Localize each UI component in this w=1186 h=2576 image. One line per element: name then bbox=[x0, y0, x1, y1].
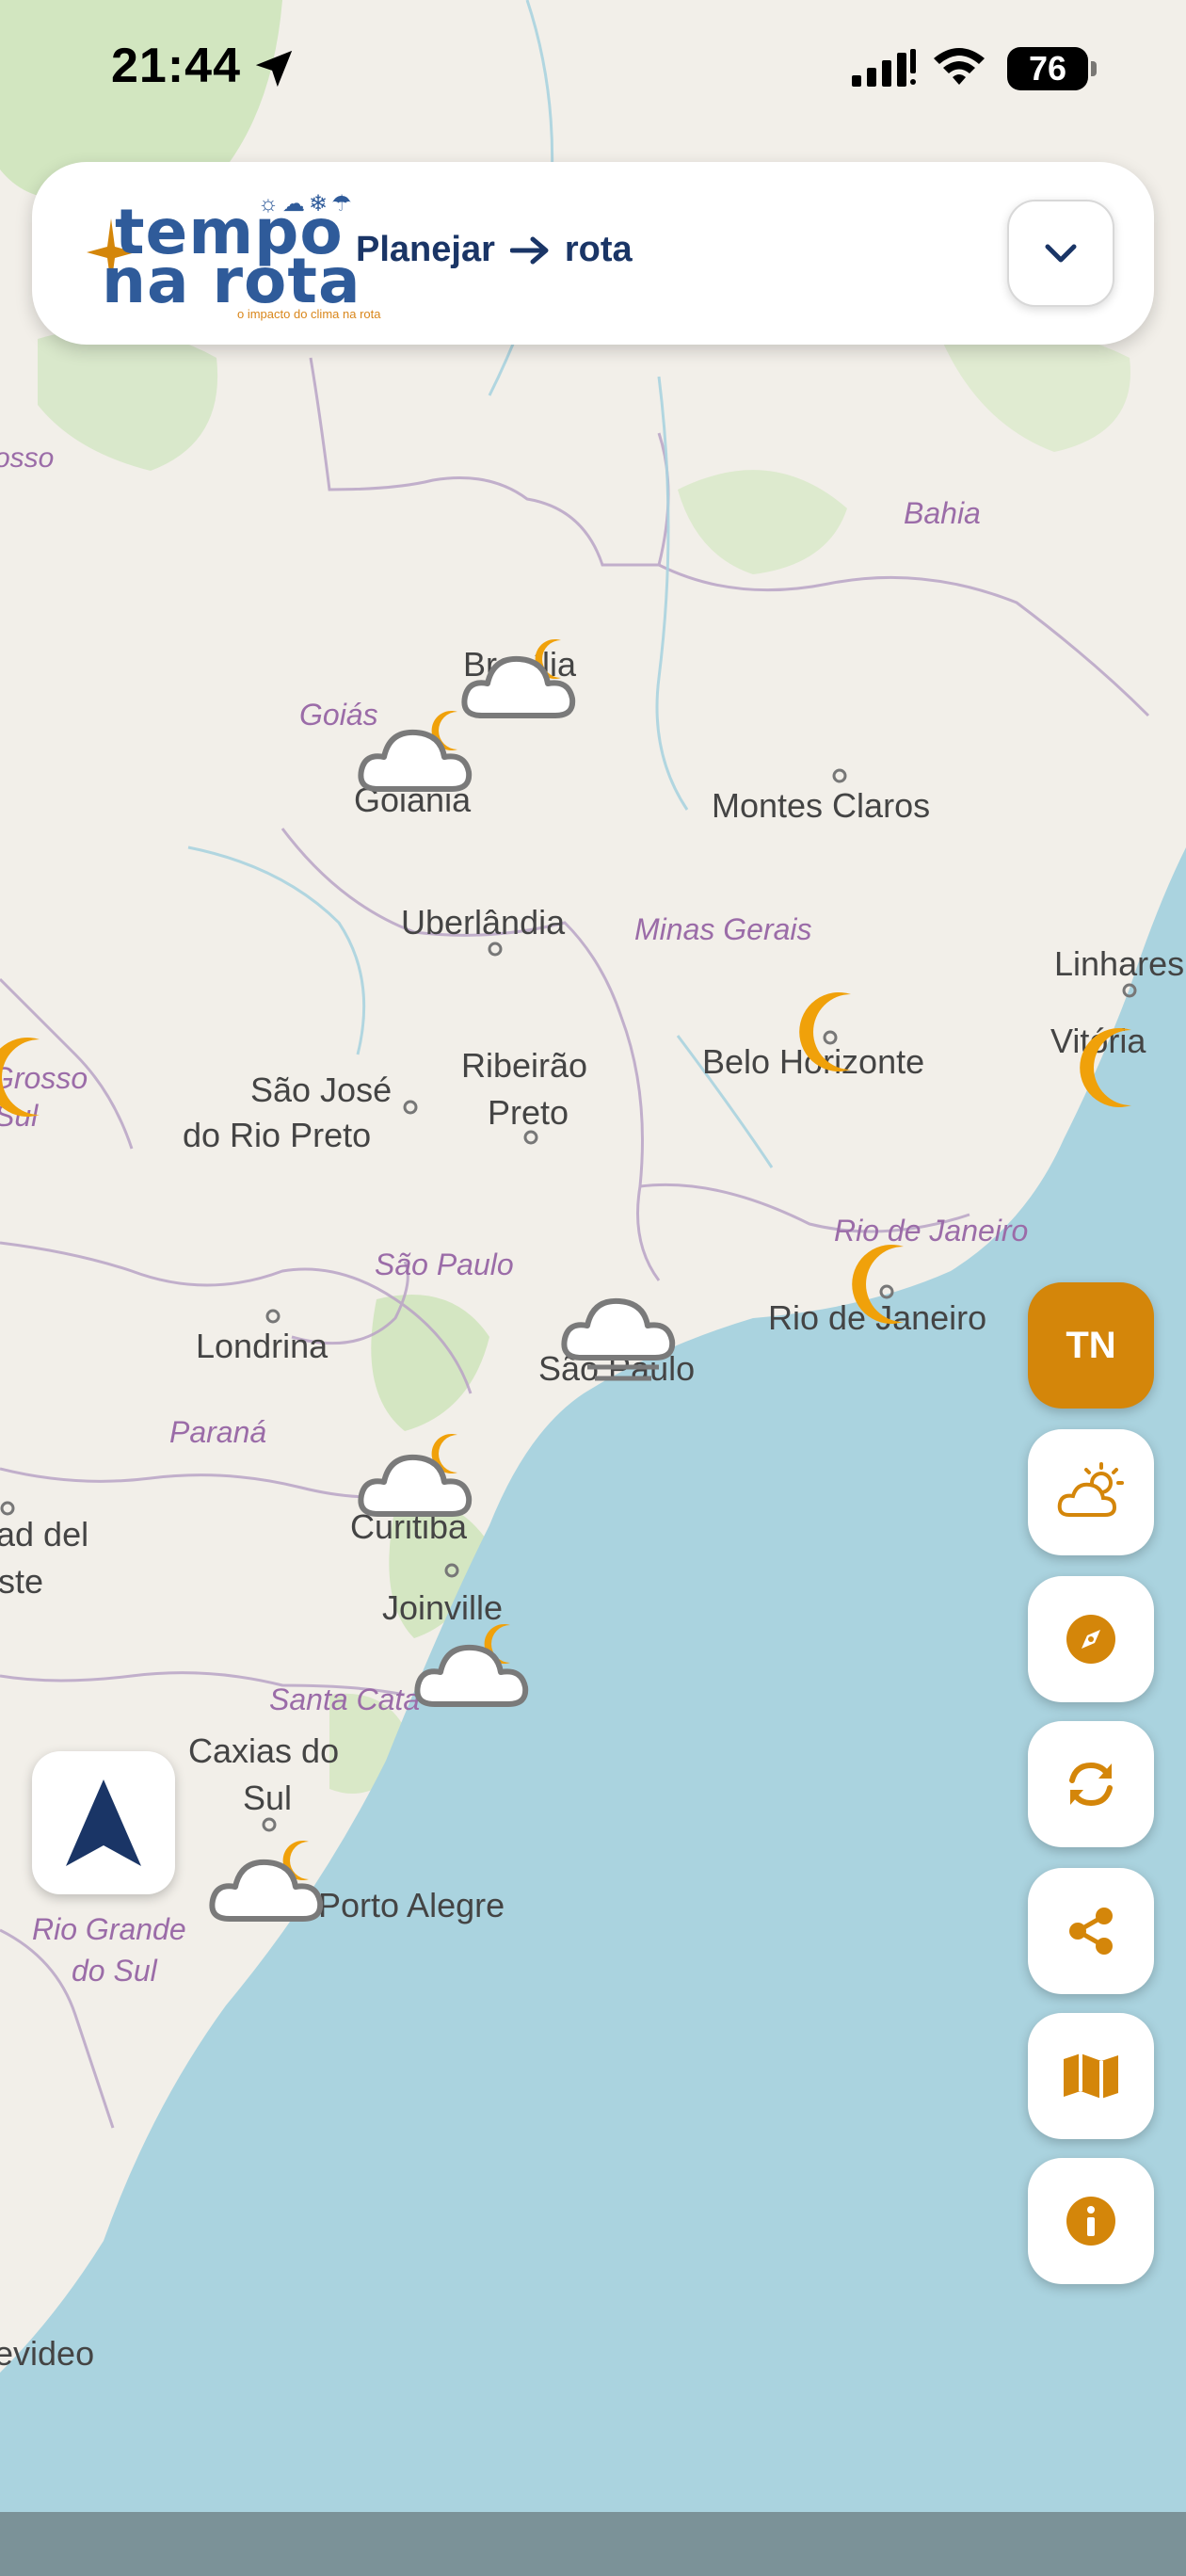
info-button[interactable] bbox=[1028, 2158, 1154, 2284]
map-label-caxias: Caxias do bbox=[188, 1731, 339, 1770]
navigation-button[interactable] bbox=[32, 1751, 175, 1894]
status-time: 21:44 bbox=[111, 39, 241, 93]
battery-level: 76 bbox=[1028, 49, 1067, 88]
cellular-signal-icon bbox=[852, 49, 916, 87]
map-canvas[interactable]: Bahia osso Goiás Brasília Goiânia Montes… bbox=[0, 0, 1186, 2512]
map-label-do-rio-preto: do Rio Preto bbox=[183, 1116, 371, 1154]
map-label-sao-jose: São José bbox=[250, 1071, 392, 1109]
bottom-attribution-bar bbox=[0, 2512, 1186, 2576]
logo-line-2: na rota bbox=[102, 245, 361, 317]
map-label-goias: Goiás bbox=[299, 698, 378, 732]
share-icon bbox=[1069, 1908, 1113, 1955]
compass-button[interactable] bbox=[1028, 1576, 1154, 1702]
map-label-do-sul: do Sul bbox=[72, 1954, 158, 1988]
map-label-joinville: Joinville bbox=[382, 1588, 503, 1627]
info-icon bbox=[1066, 2197, 1115, 2246]
plan-route-button[interactable]: Planejar rota bbox=[356, 230, 633, 270]
map-label-rio-de-janeiro-state: Rio de Janeiro bbox=[834, 1214, 1028, 1248]
map-layers-button[interactable] bbox=[1028, 2013, 1154, 2139]
weather-layer-button[interactable] bbox=[1028, 1429, 1154, 1555]
map-label-este: ste bbox=[0, 1562, 43, 1601]
chevron-down-icon bbox=[1045, 244, 1077, 263]
map-label-montes-claros: Montes Claros bbox=[712, 786, 930, 825]
map-label-preto: Preto bbox=[488, 1093, 569, 1132]
map-label-mato-grosso: Grosso bbox=[0, 1061, 88, 1095]
tn-label: TN bbox=[1066, 1324, 1116, 1366]
refresh-button[interactable] bbox=[1028, 1721, 1154, 1847]
map-label-ribeirao: Ribeirão bbox=[461, 1046, 587, 1085]
logo-tagline: o impacto do clima na rota bbox=[237, 307, 381, 321]
status-bar: 21:44 76 bbox=[0, 0, 1186, 141]
map-label-linhares: Linhares bbox=[1054, 944, 1184, 983]
map-label-osso: osso bbox=[0, 443, 54, 474]
battery-indicator: 76 bbox=[1007, 47, 1097, 90]
route-header-card: ☼☁❄☂ tempo na rota o impacto do clima na… bbox=[32, 162, 1154, 345]
arrow-right-icon bbox=[509, 236, 549, 264]
app-logo: ☼☁❄☂ tempo na rota o impacto do clima na… bbox=[68, 190, 380, 322]
route-from-label: Planejar bbox=[356, 230, 495, 269]
partly-cloudy-icon bbox=[1057, 1462, 1124, 1517]
map-label-rio-grande: Rio Grande bbox=[32, 1912, 186, 1946]
map-label-santa-catarina: Santa Cata bbox=[269, 1682, 420, 1716]
map-label-minas-gerais: Minas Gerais bbox=[634, 912, 812, 946]
share-button[interactable] bbox=[1028, 1868, 1154, 1994]
map-label-caxias-sul: Sul bbox=[243, 1779, 292, 1817]
map-label-parana: Paraná bbox=[169, 1415, 266, 1449]
location-arrow-icon bbox=[255, 50, 293, 88]
route-to-label: rota bbox=[564, 230, 633, 269]
map-label-sao-paulo-state: São Paulo bbox=[375, 1248, 514, 1281]
tn-button[interactable]: TN bbox=[1028, 1282, 1154, 1409]
navigation-arrow-icon bbox=[66, 1779, 141, 1866]
wifi-icon bbox=[934, 48, 985, 85]
map-label-bahia: Bahia bbox=[904, 496, 981, 530]
map-label-porto-alegre: Porto Alegre bbox=[318, 1886, 505, 1924]
expand-header-button[interactable] bbox=[1007, 200, 1114, 307]
map-label-ciudad-del: ad del bbox=[0, 1515, 88, 1554]
map-label-londrina: Londrina bbox=[196, 1327, 329, 1365]
map-label-montevideo: evideo bbox=[0, 2334, 94, 2373]
compass-icon bbox=[1066, 1615, 1115, 1664]
map-label-uberlandia: Uberlândia bbox=[401, 903, 566, 942]
refresh-icon bbox=[1069, 1763, 1113, 1806]
map-icon bbox=[1064, 2053, 1118, 2099]
